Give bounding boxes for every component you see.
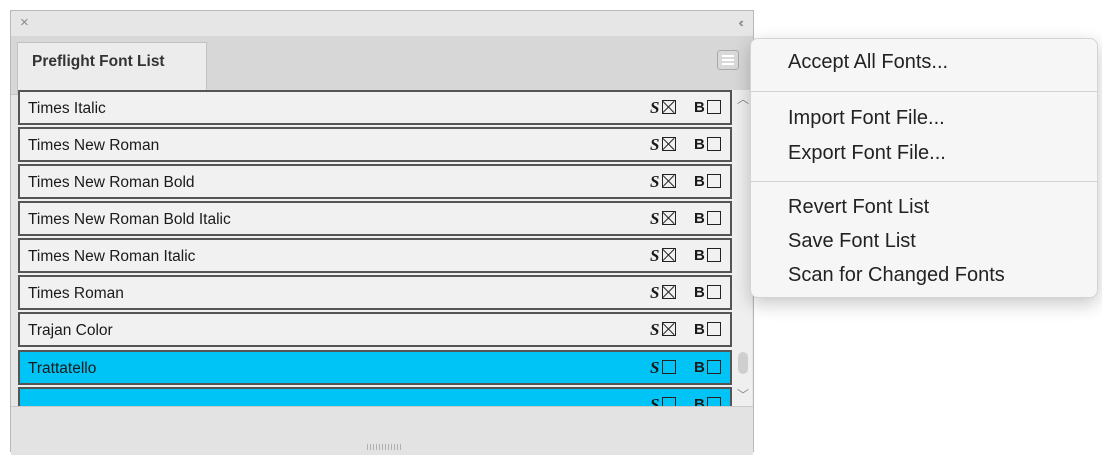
flag-s-checkbox[interactable] bbox=[662, 211, 676, 225]
flag-s-checkbox[interactable] bbox=[662, 137, 676, 151]
menu-separator bbox=[751, 181, 1097, 182]
font-name: Times Italic bbox=[28, 100, 106, 117]
font-name: Trajan Color bbox=[28, 322, 113, 339]
collapse-icon[interactable]: ‹‹ bbox=[738, 14, 743, 32]
flag-b-checkbox[interactable] bbox=[707, 322, 721, 336]
font-name: Trattatello bbox=[28, 360, 97, 377]
resize-grip-icon[interactable] bbox=[367, 444, 403, 450]
tab-preflight-font-list[interactable]: Preflight Font List bbox=[17, 42, 207, 94]
font-list-row[interactable]: Times New Roman Bold S B bbox=[18, 164, 732, 199]
scroll-down-icon[interactable]: ﹀ bbox=[737, 386, 749, 403]
flag-s-checkbox[interactable] bbox=[662, 285, 676, 299]
flag-s-label: S bbox=[650, 395, 660, 406]
flag-b-checkbox[interactable] bbox=[707, 100, 721, 114]
flag-b-label: B bbox=[694, 173, 705, 190]
panel-titlebar: × ‹‹ bbox=[11, 11, 753, 35]
font-name: Times New Roman bbox=[28, 137, 160, 154]
flag-b-checkbox[interactable] bbox=[707, 174, 721, 188]
flag-b-label: B bbox=[694, 396, 705, 406]
preflight-font-list-panel: × ‹‹ Preflight Font List Times Italic S B T… bbox=[10, 10, 754, 455]
panel-menu-button[interactable] bbox=[717, 50, 739, 70]
menu-item-export-font-file[interactable]: Export Font File... bbox=[788, 142, 946, 165]
flag-s-label: S bbox=[650, 209, 660, 228]
font-name: Times New Roman Bold bbox=[28, 174, 195, 191]
flag-s-label: S bbox=[650, 320, 660, 339]
flag-b-checkbox[interactable] bbox=[707, 137, 721, 151]
menu-separator bbox=[751, 91, 1097, 92]
font-list-row[interactable]: Times New Roman Italic S B bbox=[18, 238, 732, 273]
flag-s-label: S bbox=[650, 283, 660, 302]
font-list-row[interactable]: SB bbox=[18, 387, 732, 406]
flag-b-checkbox[interactable] bbox=[707, 397, 721, 406]
flag-b-label: B bbox=[694, 284, 705, 301]
flag-s-label: S bbox=[650, 246, 660, 265]
flag-s-label: S bbox=[650, 98, 660, 117]
font-name: Times New Roman Bold Italic bbox=[28, 211, 231, 228]
font-list-row[interactable]: Times New Roman S B bbox=[18, 127, 732, 162]
flag-s-checkbox[interactable] bbox=[662, 248, 676, 262]
menu-item-accept-all-fonts[interactable]: Accept All Fonts... bbox=[788, 51, 948, 74]
flag-s-checkbox[interactable] bbox=[662, 174, 676, 188]
menu-item-revert-font-list[interactable]: Revert Font List bbox=[788, 196, 929, 219]
flag-s-label: S bbox=[650, 172, 660, 191]
flag-b-checkbox[interactable] bbox=[707, 211, 721, 225]
font-list-row[interactable]: Times Italic S B bbox=[18, 90, 732, 125]
flag-s-checkbox[interactable] bbox=[662, 100, 676, 114]
scroll-up-icon[interactable]: ︿ bbox=[737, 90, 749, 107]
menu-item-save-font-list[interactable]: Save Font List bbox=[788, 230, 916, 253]
flag-s-checkbox[interactable] bbox=[662, 397, 676, 406]
font-list-row[interactable]: Times Roman S B bbox=[18, 275, 732, 310]
panel-flyout-menu: Accept All Fonts... Import Font File... … bbox=[750, 38, 1098, 298]
flag-b-label: B bbox=[694, 321, 705, 338]
flag-b-label: B bbox=[694, 136, 705, 153]
hamburger-icon bbox=[722, 55, 734, 57]
menu-item-scan-changed-fonts[interactable]: Scan for Changed Fonts bbox=[788, 264, 1005, 287]
menu-item-import-font-file[interactable]: Import Font File... bbox=[788, 107, 945, 130]
flag-s-checkbox[interactable] bbox=[662, 322, 676, 336]
tab-row: Preflight Font List bbox=[11, 36, 753, 95]
flag-b-checkbox[interactable] bbox=[707, 360, 721, 374]
flag-b-label: B bbox=[694, 359, 705, 376]
font-list-row[interactable]: Trajan Color S B bbox=[18, 312, 732, 347]
flag-b-label: B bbox=[694, 247, 705, 264]
close-icon[interactable]: × bbox=[20, 13, 29, 33]
flag-s-label: S bbox=[650, 358, 660, 377]
scroll-thumb[interactable] bbox=[738, 352, 748, 374]
panel-footer bbox=[11, 406, 753, 455]
flag-b-checkbox[interactable] bbox=[707, 285, 721, 299]
font-list: Times Italic S B Times New Roman S B Times New… bbox=[18, 90, 734, 406]
font-name: Times New Roman Italic bbox=[28, 248, 196, 265]
font-list-row[interactable]: Trattatello S B bbox=[18, 350, 732, 385]
flag-b-checkbox[interactable] bbox=[707, 248, 721, 262]
flag-b-label: B bbox=[694, 99, 705, 116]
flag-s-label: S bbox=[650, 135, 660, 154]
font-name: Times Roman bbox=[28, 285, 124, 302]
flag-b-label: B bbox=[694, 210, 705, 227]
flag-s-checkbox[interactable] bbox=[662, 360, 676, 374]
font-list-row[interactable]: Times New Roman Bold Italic S B bbox=[18, 201, 732, 236]
